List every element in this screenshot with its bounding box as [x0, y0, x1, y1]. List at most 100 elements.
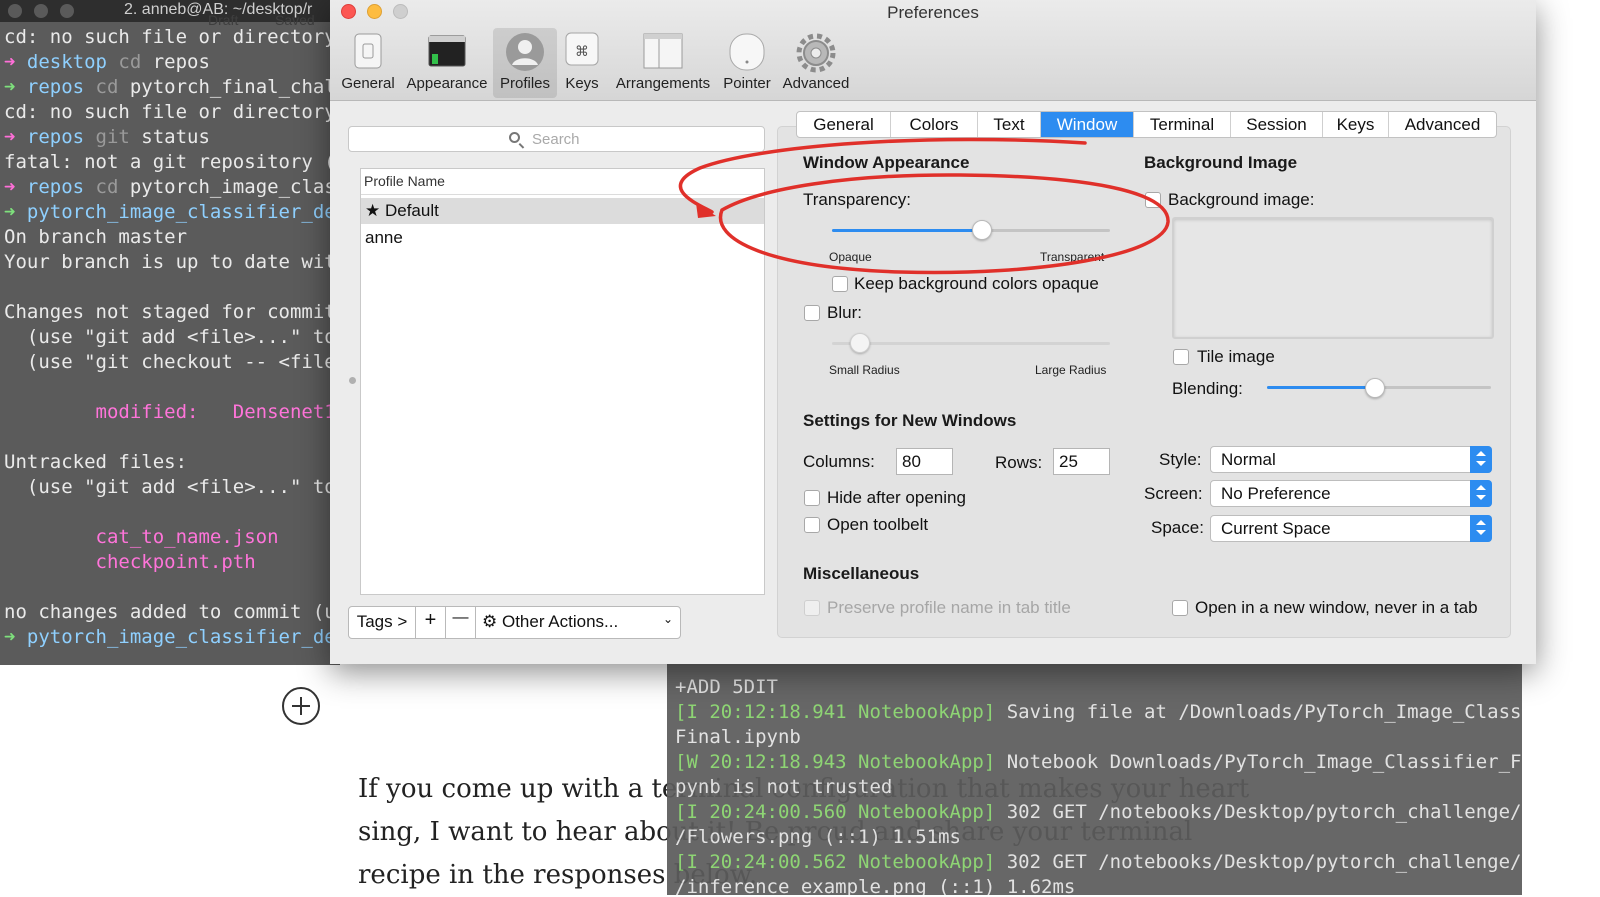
style-select[interactable]: Normal — [1210, 446, 1492, 473]
columns-field[interactable]: 80 — [896, 448, 953, 475]
blur-slider[interactable] — [832, 342, 1110, 345]
tab-general[interactable]: General — [797, 112, 891, 137]
background-image-heading: Background Image — [1144, 153, 1298, 172]
terminal-output-segment: desktop — [26, 51, 119, 73]
background-image-well[interactable] — [1172, 217, 1494, 339]
tab-terminal[interactable]: Terminal — [1134, 112, 1231, 137]
remove-profile-button[interactable]: — — [446, 607, 476, 638]
space-label: Space: — [1151, 518, 1204, 537]
transparency-slider[interactable] — [832, 229, 1110, 232]
terminal-output-segment: repos — [152, 51, 210, 73]
terminal-output-segment: pytorch_image_classifier_den — [26, 201, 340, 223]
terminal-output-line: cat_to_name.json — [4, 526, 279, 548]
terminal-output-line: cd: no such file or directory: — [4, 26, 340, 48]
toolbar-appearance[interactable]: Appearance — [404, 28, 490, 98]
terminal-output-line: Your branch is up to date with — [4, 251, 340, 273]
background-terminal-window[interactable]: 2. anneb@AB: ~/desktop/r Draft Saved cd:… — [0, 0, 340, 665]
small-radius-label: Small Radius — [829, 363, 900, 377]
tags-button[interactable]: Tags > — [349, 607, 416, 638]
jupyter-terminal-window[interactable]: +ADD 5DIT [I 20:12:18.941 NotebookApp] S… — [667, 650, 1522, 895]
profile-name-column-header[interactable]: Profile Name — [361, 169, 764, 195]
space-select[interactable]: Current Space — [1210, 515, 1492, 542]
terminal-output-segment: ➜ — [4, 201, 27, 223]
jupyter-log-segment: /Flowers.png (::1) 1.51ms — [675, 826, 961, 848]
terminal-output-segment: ➜ — [4, 176, 27, 198]
terminal-minimize-button[interactable] — [34, 4, 48, 18]
blur-label: Blur: — [827, 303, 862, 322]
profile-list[interactable]: Profile Name ★ Default anne — [360, 168, 765, 595]
blur-checkbox[interactable] — [804, 305, 820, 321]
space-stepper-icon — [1470, 515, 1492, 542]
tab-text[interactable]: Text — [978, 112, 1041, 137]
toolbar-advanced[interactable]: Advanced — [780, 28, 852, 98]
profile-actions-bar: Tags > + — ⚙ Other Actions... ⌄ — [348, 606, 681, 639]
open-new-window-checkbox[interactable] — [1172, 600, 1188, 616]
terminal-output-line: checkpoint.pth — [4, 551, 256, 573]
add-embed-button[interactable] — [282, 687, 320, 725]
profile-row-anne[interactable]: anne — [361, 225, 764, 251]
terminal-output-segment: (use "git add <file>..." to u — [4, 326, 340, 348]
tile-image-label: Tile image — [1197, 347, 1275, 366]
keep-bg-opaque-checkbox[interactable] — [832, 276, 848, 292]
terminal-output-line: ➜ pytorch_image_classifier_den — [4, 626, 340, 648]
screen-value: No Preference — [1221, 484, 1331, 503]
terminal-zoom-button[interactable] — [60, 4, 74, 18]
open-new-window-label: Open in a new window, never in a tab — [1195, 598, 1478, 617]
blending-slider-knob[interactable] — [1364, 378, 1385, 398]
terminal-output-segment: cd: no such file or directory: — [4, 101, 340, 123]
jupyter-log-segment: 302 GET /notebooks/Desktop/pytorch_chall… — [1006, 851, 1522, 873]
terminal-output-line: no changes added to commit (use — [4, 601, 340, 623]
profile-search-field[interactable]: Search — [348, 126, 765, 152]
tab-keys[interactable]: Keys — [1323, 112, 1389, 137]
profile-row-default[interactable]: ★ Default — [361, 198, 764, 224]
appearance-icon — [428, 35, 466, 67]
jupyter-log-segment: Final.ipynb — [675, 726, 801, 748]
toolbar-general-label: General — [341, 75, 395, 92]
terminal-output-line: (use "git checkout -- <file>. — [4, 351, 340, 373]
arrangements-icon — [643, 33, 683, 69]
jupyter-log-segment: Notebook Downloads/PyTorch_Image_Classif… — [1006, 751, 1522, 773]
terminal-output-line: cd: no such file or directory: — [4, 101, 340, 123]
tab-advanced[interactable]: Advanced — [1389, 112, 1496, 137]
terminal-output-line: ➜ repos cd pytorch_final_chall — [4, 76, 340, 98]
toolbar-pointer[interactable]: Pointer — [720, 28, 774, 98]
hide-after-opening-checkbox[interactable] — [804, 490, 820, 506]
jupyter-log-segment: [I 20:24:00.560 NotebookApp] — [675, 801, 996, 823]
background-image-checkbox[interactable] — [1145, 192, 1161, 208]
jupyter-log-line: [I 20:12:18.941 NotebookApp] Saving file… — [675, 701, 1522, 723]
jupyter-log-line: pynb is not trusted — [675, 776, 892, 798]
terminal-output-line: fatal: not a git repository (or — [4, 151, 340, 173]
tile-image-checkbox[interactable] — [1173, 349, 1189, 365]
blur-slider-knob[interactable] — [849, 333, 870, 353]
screen-stepper-icon — [1470, 480, 1492, 507]
open-toolbelt-label: Open toolbelt — [827, 515, 929, 534]
columns-label: Columns: — [803, 452, 875, 471]
other-actions-menu[interactable]: ⚙ Other Actions... ⌄ — [476, 607, 681, 638]
preferences-titlebar[interactable]: Preferences General Appearance Profiles … — [330, 0, 1536, 101]
split-view-handle[interactable] — [349, 377, 356, 384]
terminal-output-line: ➜ desktop cd repos — [4, 51, 210, 73]
jupyter-log-line: Final.ipynb — [675, 726, 801, 748]
add-profile-button[interactable]: + — [416, 607, 446, 638]
toolbar-arrangements[interactable]: Arrangements — [611, 28, 715, 98]
terminal-close-button[interactable] — [8, 4, 22, 18]
tab-colors[interactable]: Colors — [891, 112, 978, 137]
terminal-output-segment: cd — [95, 76, 130, 98]
transparency-slider-knob[interactable] — [972, 220, 993, 240]
toolbar-keys[interactable]: ⌘ Keys — [560, 28, 604, 98]
open-toolbelt-checkbox[interactable] — [804, 517, 820, 533]
terminal-output-line: ➜ pytorch_image_classifier_den — [4, 201, 340, 223]
toolbar-profiles-label: Profiles — [499, 75, 551, 92]
keep-bg-opaque-label: Keep background colors opaque — [854, 274, 1099, 293]
toolbar-profiles[interactable]: Profiles — [493, 28, 557, 98]
jupyter-log-output: +ADD 5DIT [I 20:12:18.941 NotebookApp] S… — [675, 675, 1522, 895]
terminal-output-segment: ➜ — [4, 626, 27, 648]
toolbar-arrangements-label: Arrangements — [615, 75, 711, 92]
tab-window[interactable]: Window — [1041, 112, 1134, 137]
toolbar-general[interactable]: General — [338, 28, 398, 98]
screen-select[interactable]: No Preference — [1210, 480, 1492, 507]
terminal-output-segment: ➜ — [4, 126, 27, 148]
opaque-label: Opaque — [829, 250, 872, 264]
rows-field[interactable]: 25 — [1053, 448, 1110, 475]
tab-session[interactable]: Session — [1231, 112, 1323, 137]
